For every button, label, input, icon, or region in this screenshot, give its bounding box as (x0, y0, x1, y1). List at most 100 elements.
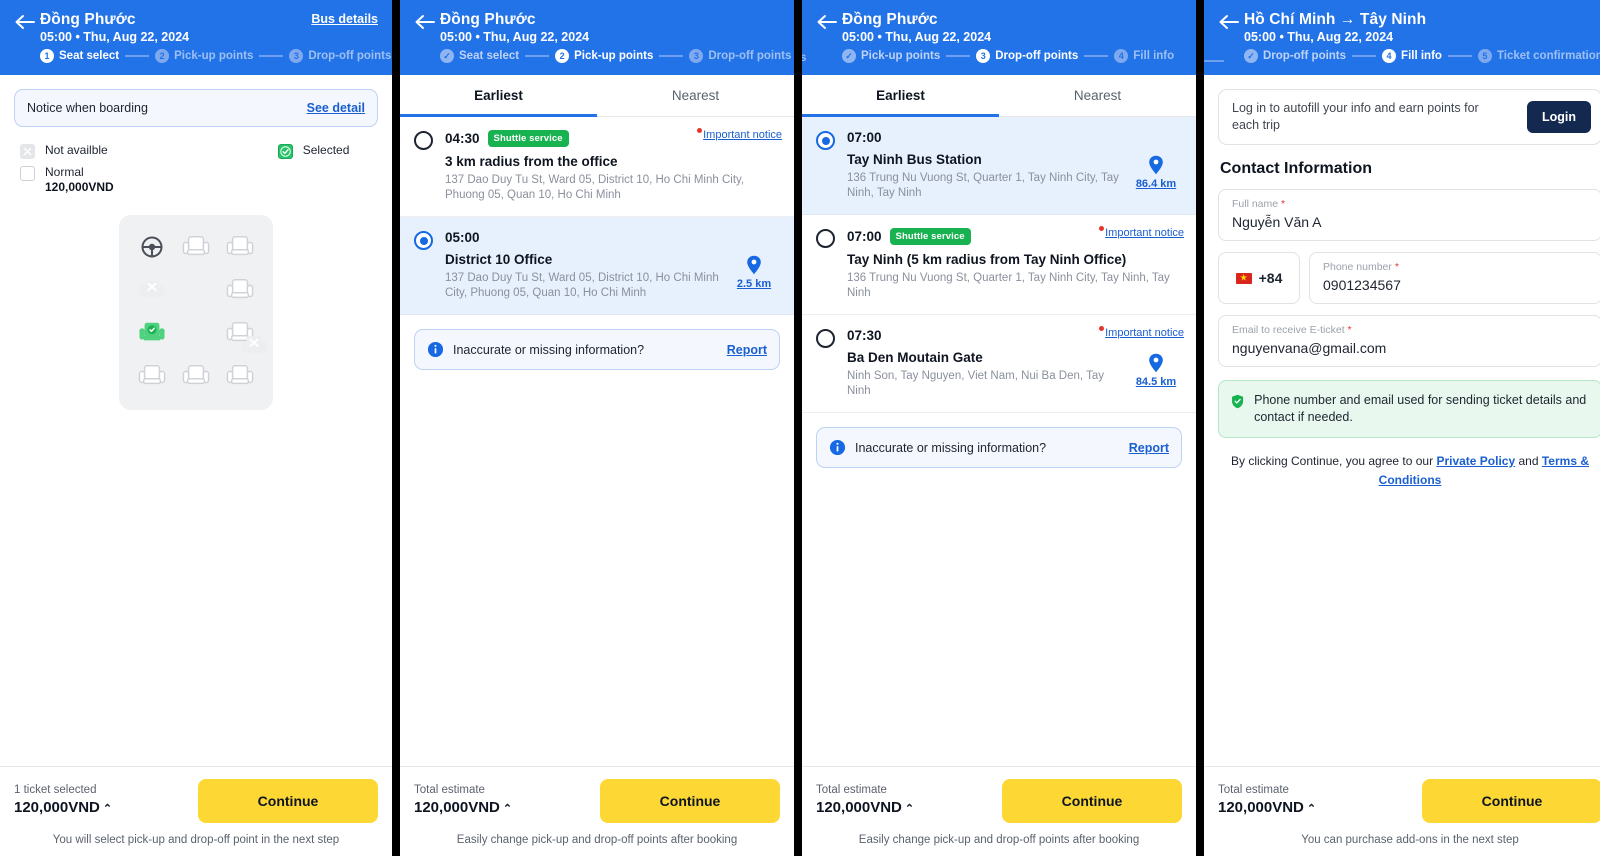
step-pickup-points[interactable]: ✓ Pick-up points (842, 49, 940, 63)
alert-dot-icon (1099, 226, 1105, 231)
radio-button[interactable] (414, 131, 433, 150)
dropoff-point-row[interactable]: 07:00 Tay Ninh Bus Station 136 Trung Nu … (802, 117, 1196, 215)
seat-normal[interactable] (132, 356, 172, 396)
radio-button-selected[interactable] (816, 131, 835, 150)
country-code-selector[interactable]: +84 (1218, 252, 1300, 304)
private-policy-link[interactable]: Private Policy (1436, 454, 1515, 468)
total-estimate-label: Total estimate (1218, 784, 1289, 796)
step-label: Fill info (1133, 50, 1175, 62)
terms-text: By clicking Continue, you agree to our P… (1222, 452, 1598, 490)
step-fill-info[interactable]: 4 Fill info (1382, 49, 1442, 63)
tab-earliest[interactable]: Earliest (802, 75, 999, 117)
step-seat-select[interactable]: ✓ Seat select (440, 49, 519, 63)
back-button[interactable] (414, 10, 440, 31)
back-button[interactable] (816, 10, 842, 31)
steering-wheel-icon (132, 227, 172, 267)
price-summary[interactable]: Total estimate 120,000VND ⌃ (816, 783, 914, 819)
price-summary[interactable]: Total estimate 120,000VND ⌃ (414, 783, 512, 819)
step-check-icon: ✓ (440, 49, 454, 63)
report-info-box[interactable]: Inaccurate or missing information? Repor… (414, 329, 780, 370)
continue-button[interactable]: Continue (1422, 779, 1600, 823)
report-info-box[interactable]: Inaccurate or missing information? Repor… (816, 427, 1182, 468)
step-dropoff-points[interactable]: 3 Drop-off points (976, 49, 1078, 63)
legend-label: Selected (302, 143, 350, 157)
step-divider (659, 55, 684, 57)
seat-normal[interactable] (220, 270, 260, 310)
login-prompt-box: Log in to autofill your info and earn po… (1218, 89, 1600, 145)
chevron-up-icon[interactable]: ⌃ (103, 803, 112, 815)
step-ticket-confirmation[interactable]: 5 Ticket confirmation (1477, 49, 1600, 63)
step-pickup-points[interactable]: 2 Pick-up points (155, 49, 253, 63)
ticket-count-label: 1 ticket selected (14, 784, 97, 796)
distance-indicator[interactable]: 86.4 km (1130, 130, 1182, 201)
chevron-up-icon[interactable]: ⌃ (905, 803, 914, 815)
step-dropoff-points[interactable]: ✓ Drop-off points (1244, 49, 1346, 63)
back-button[interactable] (14, 10, 40, 31)
important-notice-link[interactable]: Important notice (1099, 326, 1184, 339)
step-number: 2 (555, 49, 570, 63)
seat-map[interactable] (119, 215, 273, 410)
tab-nearest[interactable]: Nearest (597, 75, 794, 116)
seat-normal[interactable] (176, 227, 216, 267)
footer-note: Easily change pick-up and drop-off point… (858, 834, 1140, 846)
point-address: 136 Trung Nu Vuong St, Quarter 1, Tay Ni… (847, 172, 1119, 199)
panel1-header: Đồng Phước 05:00 • Thu, Aug 22, 2024 Bus… (0, 0, 392, 75)
step-seat-select[interactable]: 1 Seat select (40, 49, 119, 63)
seat-normal[interactable] (176, 356, 216, 396)
email-field[interactable]: Email to receive E-ticket * nguyenvana@g… (1218, 315, 1600, 367)
radio-button[interactable] (816, 229, 835, 248)
step-pickup-points[interactable]: 2 Pick-up points (555, 49, 653, 63)
continue-button[interactable]: Continue (198, 779, 378, 823)
seat-legend: Not availble Selected Normal 120,000VND (20, 143, 378, 195)
seat-selected[interactable] (132, 313, 172, 353)
report-link[interactable]: Report (727, 343, 767, 357)
distance-indicator[interactable]: 2.5 km (728, 230, 780, 301)
footer-note: You will select pick-up and drop-off poi… (52, 834, 340, 846)
full-name-field[interactable]: Full name * Nguyễn Văn A (1218, 189, 1600, 241)
price-summary[interactable]: Total estimate 120,000VND ⌃ (1218, 783, 1316, 819)
panel-pickup-points: Đồng Phước 05:00 • Thu, Aug 22, 2024 ✓ S… (400, 0, 794, 856)
see-detail-link[interactable]: See detail (307, 101, 365, 115)
step-dropoff-points[interactable]: 3 Drop-off points (689, 49, 791, 63)
phone-number-field[interactable]: Phone number * 0901234567 (1309, 252, 1600, 304)
continue-button[interactable]: Continue (1002, 779, 1182, 823)
alert-dot-icon (1099, 326, 1105, 331)
continue-button[interactable]: Continue (600, 779, 780, 823)
important-notice-link[interactable]: Important notice (697, 128, 782, 141)
chevron-up-icon[interactable]: ⌃ (503, 803, 512, 815)
email-label: Email to receive E-ticket * (1232, 323, 1588, 337)
tab-earliest[interactable]: Earliest (400, 75, 597, 117)
label-text: Full name (1232, 198, 1279, 210)
step-fill-info[interactable]: 4 Fill info (1114, 49, 1174, 63)
back-button[interactable] (1218, 10, 1244, 31)
step-number: 2 (155, 49, 170, 63)
label-text: Email to receive E-ticket (1232, 324, 1345, 336)
point-name: District 10 Office (445, 252, 553, 267)
legend-not-available: Not availble (20, 143, 108, 159)
total-estimate-label: Total estimate (816, 784, 887, 796)
step-label: Pick-up points (861, 50, 941, 62)
step-dropoff-points[interactable]: 3 Drop-off points (289, 49, 391, 63)
pickup-point-row[interactable]: 04:30 Shuttle service 3 km radius from t… (400, 117, 794, 217)
boarding-notice-box[interactable]: Notice when boarding See detail (14, 89, 378, 127)
seat-normal[interactable] (220, 227, 260, 267)
map-pin-icon (747, 255, 761, 275)
step-divider (1352, 55, 1377, 57)
dropoff-point-row[interactable]: 07:30 Ba Den Moutain Gate Ninh Son, Tay … (802, 315, 1196, 413)
pickup-point-row[interactable]: 05:00 District 10 Office 137 Dao Duy Tu … (400, 217, 794, 315)
legend-label: Normal (45, 165, 84, 179)
login-button[interactable]: Login (1526, 101, 1591, 133)
tab-nearest[interactable]: Nearest (999, 75, 1196, 116)
chevron-up-icon[interactable]: ⌃ (1307, 803, 1316, 815)
panel3-footer: Total estimate 120,000VND ⌃ Continue Easi… (802, 766, 1196, 856)
radio-button[interactable] (816, 329, 835, 348)
report-text: Inaccurate or missing information? (453, 342, 645, 357)
important-notice-link[interactable]: Important notice (1099, 226, 1184, 239)
dropoff-point-row[interactable]: 07:00 Shuttle service Tay Ninh (5 km rad… (802, 215, 1196, 315)
radio-button-selected[interactable] (414, 231, 433, 250)
point-time: 07:30 (847, 328, 882, 343)
price-summary[interactable]: 1 ticket selected 120,000VND ⌃ (14, 783, 112, 819)
distance-value: 86.4 km (1135, 178, 1177, 190)
report-link[interactable]: Report (1129, 441, 1169, 455)
bus-details-link[interactable]: Bus details (311, 10, 378, 26)
